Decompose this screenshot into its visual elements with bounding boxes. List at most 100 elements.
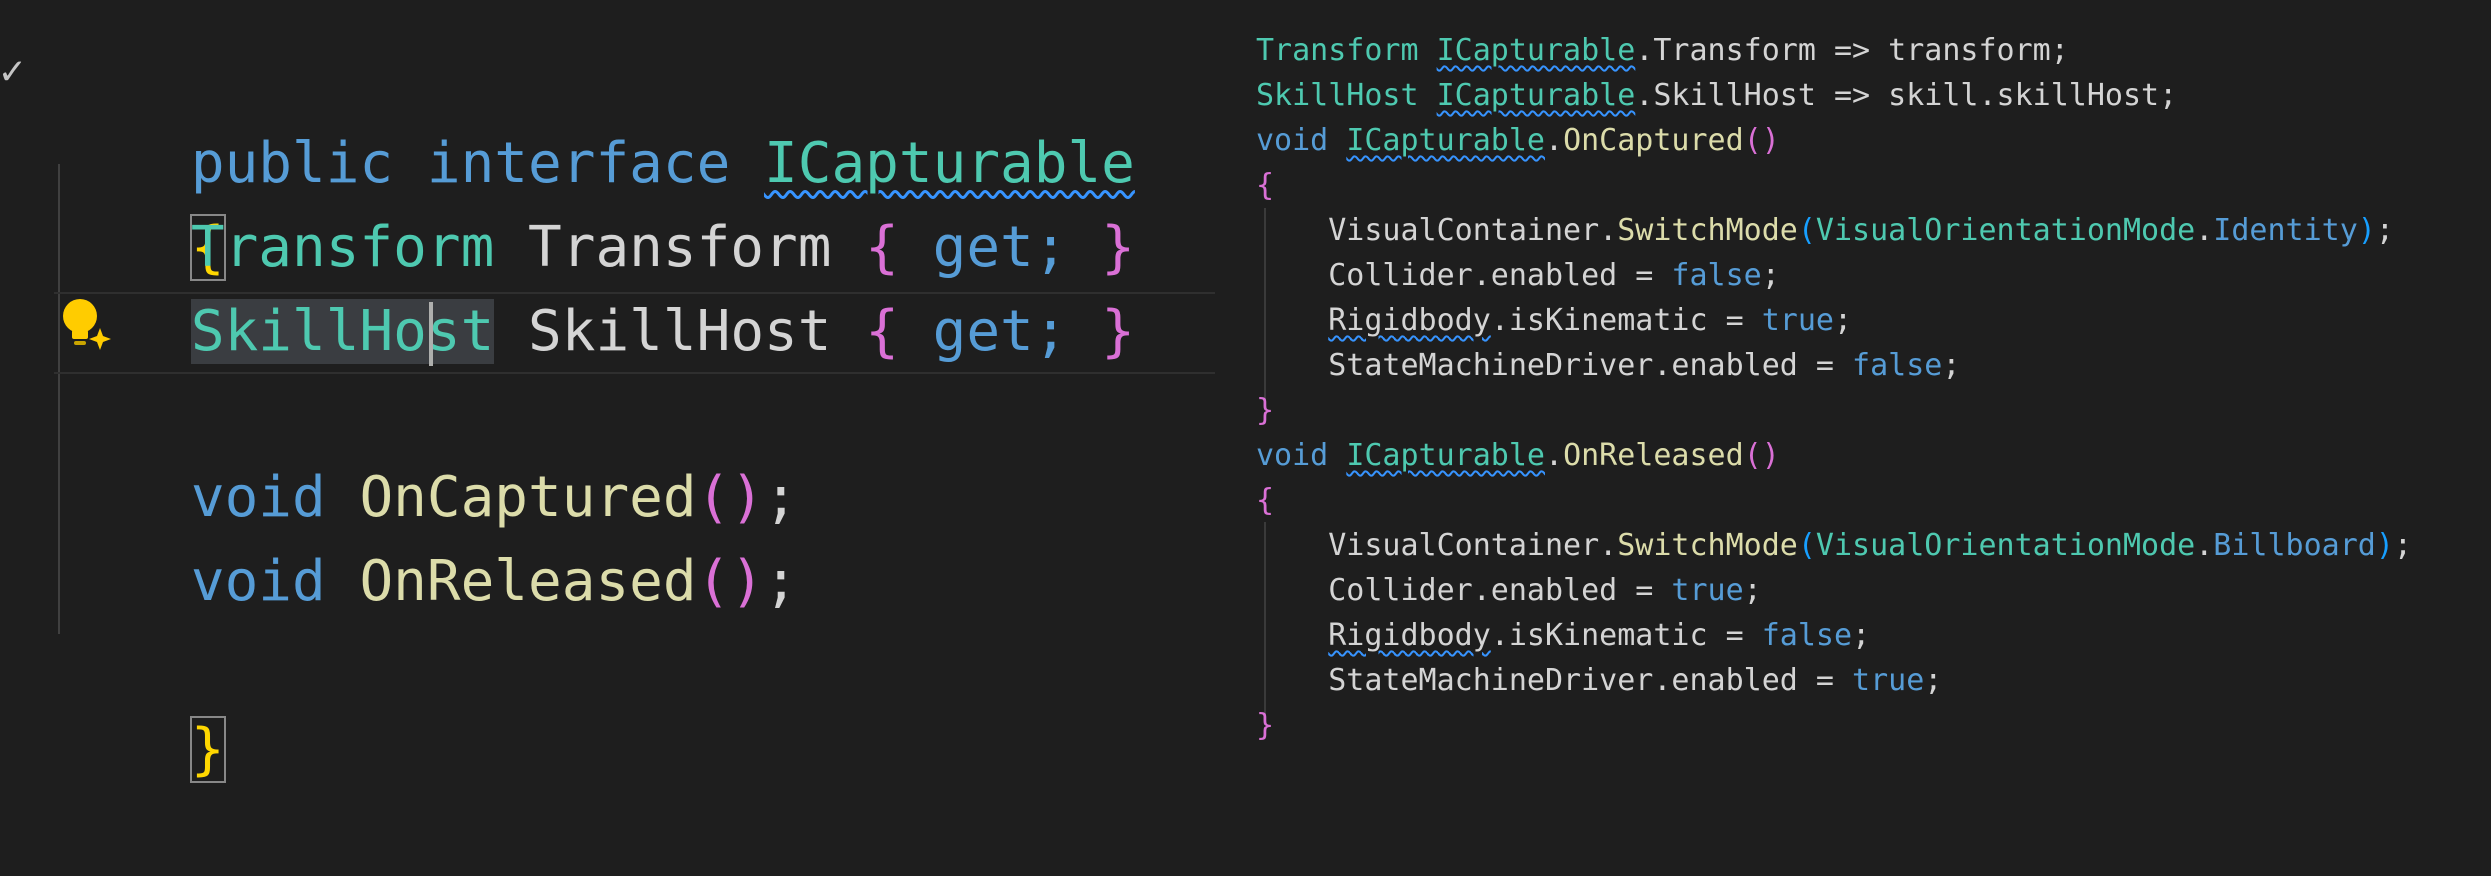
type-name: Transform — [1256, 33, 1419, 68]
keyword-interface: interface — [426, 131, 731, 196]
close-brace: } — [1256, 393, 1275, 428]
code-line-4[interactable]: SkillHost SkillHost { get; } — [56, 290, 1135, 374]
property-type: Transform — [190, 215, 495, 280]
code-line-r4[interactable]: { — [1256, 163, 1274, 208]
enum-type: VisualOrientationMode — [1815, 528, 2196, 563]
assignment-lhs: Collider.enabled = — [1328, 258, 1672, 293]
code-line-r6[interactable]: Collider.enabled = false; — [1256, 253, 1780, 298]
member-expression: .SkillHost => skill.skillHost; — [1635, 78, 2178, 113]
method-call: SwitchMode — [1617, 213, 1798, 248]
code-line-r7[interactable]: Rigidbody.isKinematic = true; — [1256, 298, 1852, 343]
semicolon: ; — [1924, 663, 1943, 698]
code-line-r16[interactable]: } — [1256, 703, 1274, 748]
assignment-lhs: .isKinematic = — [1490, 303, 1762, 338]
enum-type: VisualOrientationMode — [1815, 213, 2196, 248]
interface-name[interactable]: ICapturable — [1437, 33, 1636, 68]
property-name: Transform — [528, 215, 832, 280]
code-line-r15[interactable]: StateMachineDriver.enabled = true; — [1256, 658, 1942, 703]
dot: . — [2195, 213, 2214, 248]
code-line-r1[interactable]: Transform ICapturable.Transform => trans… — [1256, 28, 2069, 73]
property-name: SkillHost — [528, 299, 832, 364]
method-parens: () — [1743, 438, 1780, 473]
semicolon: ; — [764, 549, 798, 614]
lightbulb-sparkle-icon[interactable] — [56, 292, 116, 356]
semicolon: ; — [2393, 528, 2412, 563]
code-line-2[interactable]: { — [56, 122, 226, 281]
code-line-r5[interactable]: VisualContainer.SwitchMode(VisualOrienta… — [1256, 208, 2394, 253]
code-line-r12[interactable]: VisualContainer.SwitchMode(VisualOrienta… — [1256, 523, 2412, 568]
bool-literal: true — [1671, 573, 1744, 608]
bool-literal: false — [1852, 348, 1943, 383]
keyword-void: void — [1256, 438, 1329, 473]
keyword-void: void — [190, 465, 326, 530]
method-name: OnReleased — [359, 549, 697, 614]
assignment-lhs: .isKinematic = — [1490, 618, 1762, 653]
enum-member: Identity — [2213, 213, 2358, 248]
code-line-1[interactable]: public interface ICapturable — [56, 38, 1135, 196]
method-name: OnCaptured — [359, 465, 697, 530]
bool-literal: false — [1671, 258, 1762, 293]
method-parens: () — [696, 549, 765, 614]
check-fold-icon[interactable]: ✓ — [0, 48, 24, 94]
method-parens: () — [1743, 123, 1780, 158]
paren-open: ( — [1797, 528, 1816, 563]
code-line-r3[interactable]: void ICapturable.OnCaptured() — [1256, 118, 1780, 163]
object-ref[interactable]: Rigidbody — [1328, 618, 1491, 653]
semicolon: ; — [1834, 303, 1853, 338]
keyword-void: void — [190, 549, 326, 614]
accessor-close: } — [1101, 299, 1135, 364]
paren-close: ) — [2357, 213, 2376, 248]
enum-member: Billboard — [2213, 528, 2376, 563]
method-name: OnReleased — [1563, 438, 1744, 473]
code-line-r8[interactable]: StateMachineDriver.enabled = false; — [1256, 343, 1960, 388]
semicolon: ; — [764, 465, 798, 530]
accessor-get: get; — [932, 215, 1068, 280]
accessor-get: get; — [932, 299, 1068, 364]
code-line-r11[interactable]: { — [1256, 478, 1274, 523]
interface-name[interactable]: ICapturable — [1346, 123, 1545, 158]
code-line-r10[interactable]: void ICapturable.OnReleased() — [1256, 433, 1780, 478]
member-expression: .Transform => transform; — [1635, 33, 2069, 68]
accessor-open: { — [865, 299, 899, 364]
bool-literal: false — [1761, 618, 1853, 653]
code-line-r9[interactable]: } — [1256, 388, 1274, 433]
close-brace: } — [1256, 708, 1275, 743]
method-call: SwitchMode — [1617, 528, 1798, 563]
object-ref: VisualContainer. — [1328, 213, 1618, 248]
object-ref[interactable]: Rigidbody — [1328, 303, 1491, 338]
type-name: SkillHost — [1256, 78, 1419, 113]
object-ref: VisualContainer. — [1328, 528, 1618, 563]
semicolon: ; — [1743, 573, 1762, 608]
code-line-r14[interactable]: Rigidbody.isKinematic = false; — [1256, 613, 1870, 658]
code-line-3[interactable]: Transform Transform { get; } — [56, 206, 1135, 290]
code-line-r13[interactable]: Collider.enabled = true; — [1256, 568, 1762, 613]
text-cursor — [429, 302, 433, 366]
interface-name[interactable]: ICapturable — [1437, 78, 1636, 113]
semicolon: ; — [1942, 348, 1961, 383]
dot: . — [2195, 528, 2214, 563]
assignment-lhs: StateMachineDriver.enabled = — [1328, 348, 1853, 383]
semicolon: ; — [1852, 618, 1871, 653]
assignment-lhs: Collider.enabled = — [1328, 573, 1672, 608]
selected-type-part2: st — [426, 299, 495, 364]
interface-name[interactable]: ICapturable — [764, 131, 1135, 196]
semicolon: ; — [1761, 258, 1780, 293]
code-line-r2[interactable]: SkillHost ICapturable.SkillHost => skill… — [1256, 73, 2177, 118]
implementation-code-pane[interactable]: Transform ICapturable.Transform => trans… — [1240, 0, 2491, 750]
method-parens: () — [696, 465, 765, 530]
accessor-open: { — [865, 215, 899, 280]
method-name: OnCaptured — [1563, 123, 1744, 158]
keyword-void: void — [1256, 123, 1329, 158]
semicolon: ; — [2375, 213, 2394, 248]
bool-literal: true — [1761, 303, 1834, 338]
interface-code-pane[interactable]: ✓ public interface ICapturable { Transfo… — [0, 0, 1215, 783]
accessor-close: } — [1101, 215, 1135, 280]
code-line-8[interactable]: } — [56, 624, 226, 783]
code-line-7[interactable]: void OnReleased(); — [56, 540, 798, 624]
code-line-6[interactable]: void OnCaptured(); — [56, 456, 798, 540]
dot: . — [1545, 438, 1564, 473]
open-brace: { — [1256, 483, 1275, 518]
bool-literal: true — [1852, 663, 1925, 698]
interface-name[interactable]: ICapturable — [1346, 438, 1545, 473]
dot: . — [1545, 123, 1564, 158]
